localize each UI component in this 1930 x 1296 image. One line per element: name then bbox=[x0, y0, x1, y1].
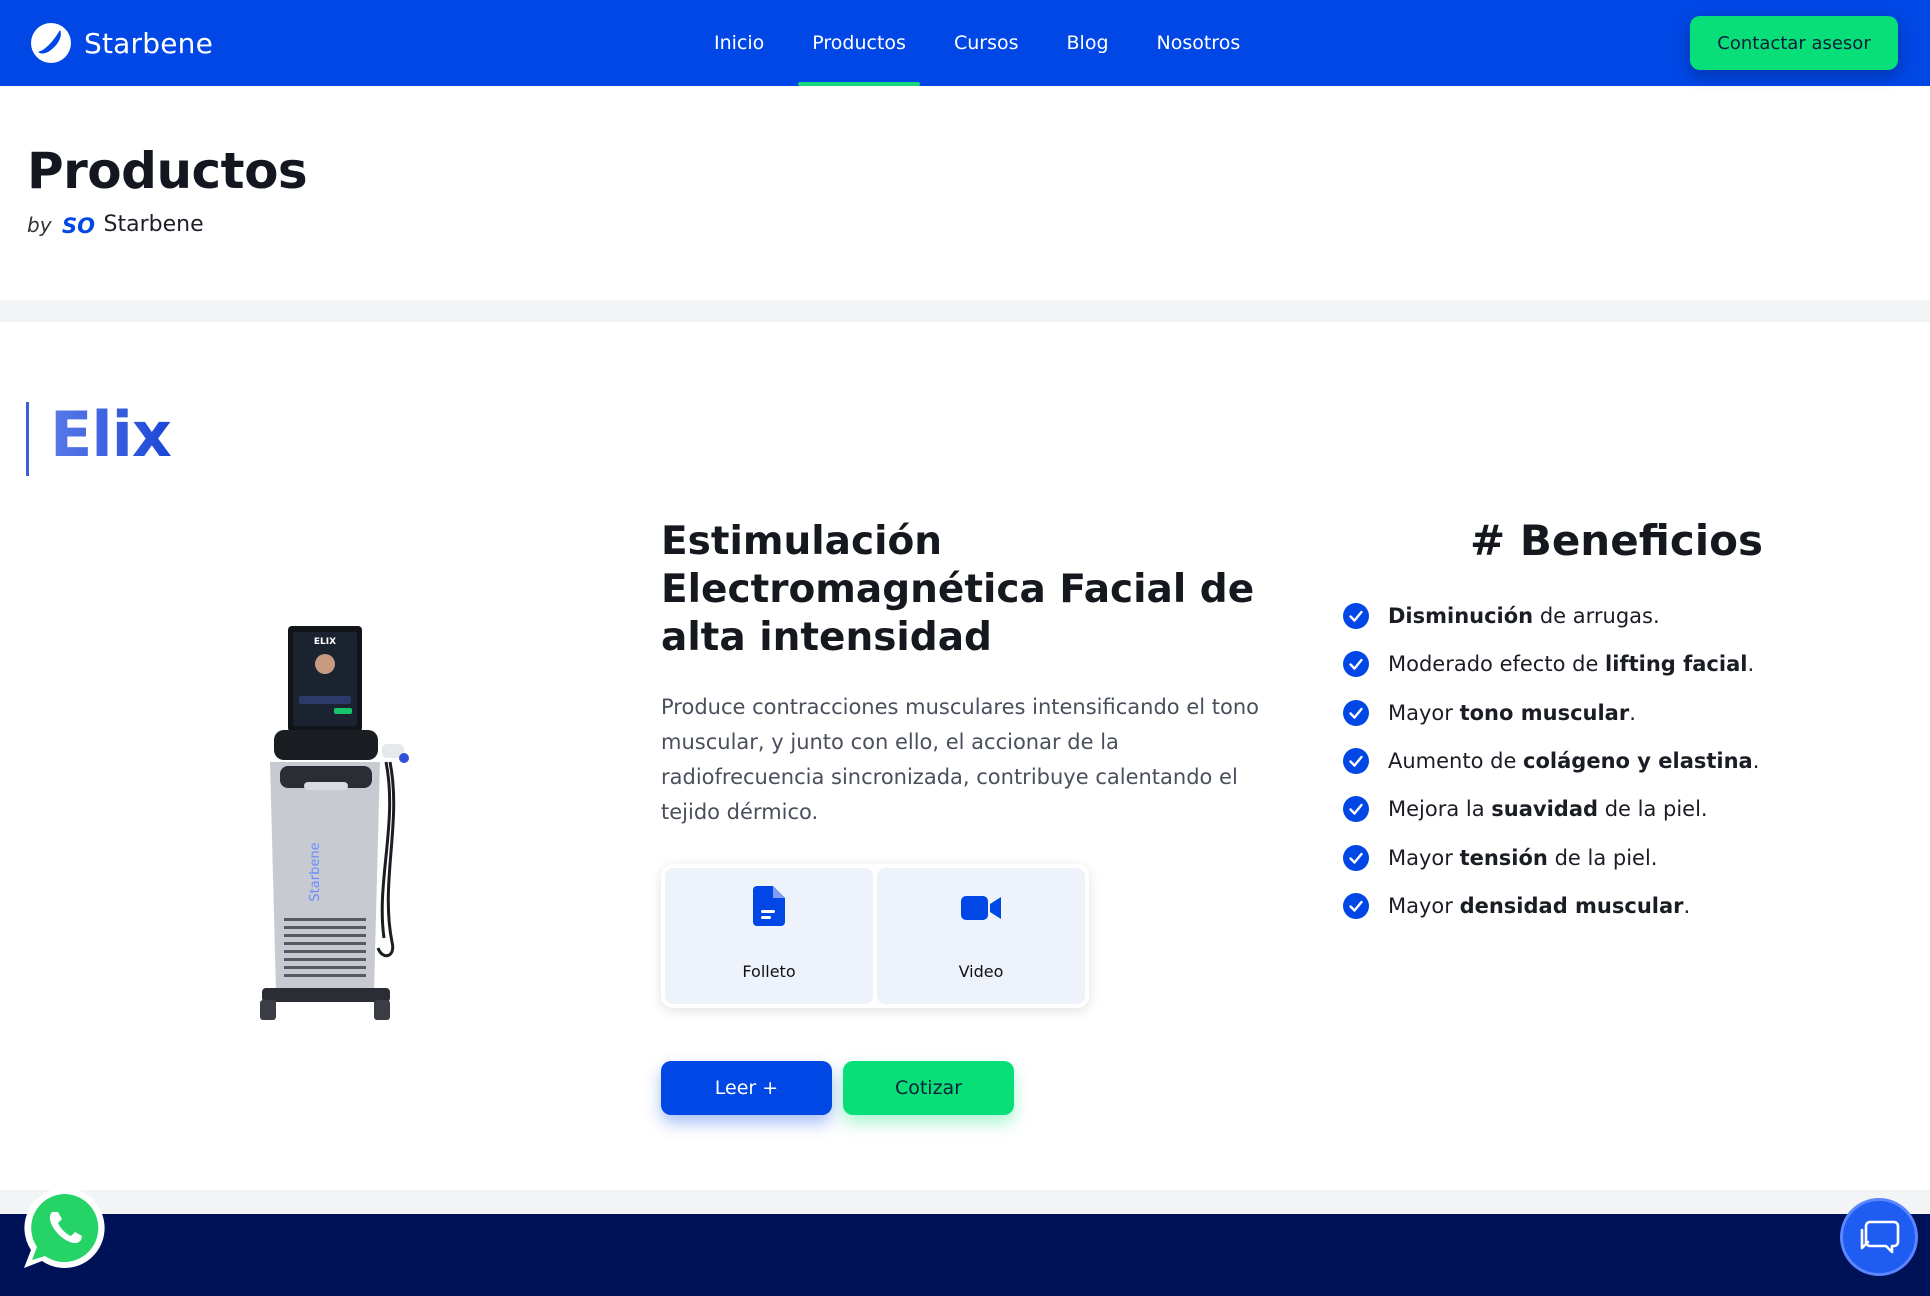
benefit-highlight: lifting facial bbox=[1605, 652, 1748, 677]
product-description: Produce contracciones musculares intensi… bbox=[661, 695, 1259, 824]
benefit-highlight: suavidad bbox=[1491, 797, 1599, 822]
benefit-item: Mayor tono muscular. bbox=[1342, 689, 1759, 737]
benefit-text: . bbox=[1683, 893, 1691, 918]
quote-button[interactable]: Cotizar bbox=[843, 1061, 1014, 1115]
benefit-highlight: Disminución bbox=[1388, 604, 1534, 629]
svg-text:Starbene: Starbene bbox=[308, 842, 323, 901]
benefit-item: Mejora la suavidad de la piel. bbox=[1342, 785, 1759, 833]
check-circle-icon bbox=[1343, 699, 1369, 726]
benefits-title: # Beneficios bbox=[1470, 516, 1763, 565]
check-circle-icon bbox=[1343, 748, 1369, 775]
benefit-item: Moderado efecto de lifting facial. bbox=[1342, 640, 1759, 688]
product-headline: Estimulación Electromagnética Facial de … bbox=[661, 519, 1255, 660]
benefit-highlight: densidad muscular bbox=[1459, 893, 1684, 918]
benefit-highlight: tensión bbox=[1459, 845, 1548, 870]
swoosh-logo-icon bbox=[31, 23, 71, 63]
benefit-highlight: tono muscular bbox=[1459, 700, 1630, 725]
main-nav: Inicio Productos Cursos Blog Nosotros bbox=[690, 0, 1264, 86]
brochure-label: Folleto bbox=[742, 962, 796, 981]
nav-item-cursos[interactable]: Cursos bbox=[930, 0, 1043, 86]
benefit-text: Moderado efecto de bbox=[1388, 652, 1606, 677]
nav-item-nosotros[interactable]: Nosotros bbox=[1133, 0, 1265, 86]
contact-advisor-button[interactable]: Contactar asesor bbox=[1690, 16, 1898, 70]
document-icon bbox=[753, 886, 785, 926]
nav-item-blog[interactable]: Blog bbox=[1043, 0, 1133, 86]
product-name: Elix bbox=[50, 398, 172, 471]
benefit-highlight: colágeno y elastina bbox=[1523, 749, 1753, 774]
benefit-text: Aumento de bbox=[1388, 749, 1524, 774]
benefit-text: de la piel. bbox=[1598, 797, 1708, 822]
benefit-item: Disminución de arrugas. bbox=[1342, 592, 1759, 640]
resource-cards: Folleto Video bbox=[661, 864, 1089, 1008]
svg-text:SO: SO bbox=[62, 214, 95, 236]
benefit-text: . bbox=[1752, 749, 1760, 774]
whatsapp-icon[interactable] bbox=[20, 1184, 108, 1272]
benefit-text: de la piel. bbox=[1547, 845, 1658, 870]
read-more-button[interactable]: Leer + bbox=[661, 1061, 832, 1115]
video-label: Video bbox=[958, 962, 1004, 981]
video-card[interactable]: Video bbox=[877, 868, 1085, 1004]
nav-item-productos[interactable]: Productos bbox=[788, 0, 930, 86]
product-device-image: ELIX Starbene bbox=[260, 626, 409, 1020]
section-divider bbox=[0, 300, 1930, 322]
check-circle-icon bbox=[1343, 603, 1369, 630]
so-logo-icon: SO bbox=[62, 214, 95, 236]
footer bbox=[0, 1214, 1930, 1296]
svg-text:ELIX: ELIX bbox=[314, 637, 336, 647]
benefit-text: Mayor bbox=[1388, 845, 1460, 870]
section-divider bbox=[0, 1190, 1930, 1214]
check-circle-icon bbox=[1343, 651, 1369, 678]
benefit-item: Aumento de colágeno y elastina. bbox=[1342, 737, 1759, 785]
check-circle-icon bbox=[1343, 796, 1369, 823]
nav-item-inicio[interactable]: Inicio bbox=[690, 0, 788, 86]
check-circle-icon bbox=[1343, 892, 1369, 919]
brochure-card[interactable]: Folleto bbox=[665, 868, 873, 1004]
check-circle-icon bbox=[1343, 844, 1369, 871]
benefits-list: Disminución de arrugas. Moderado efecto … bbox=[1342, 592, 1759, 930]
by-word: by bbox=[27, 212, 52, 237]
chat-launcher-button[interactable] bbox=[1840, 1198, 1918, 1276]
byline: by SO Starbene bbox=[27, 212, 204, 237]
benefit-text: Mejora la bbox=[1388, 797, 1492, 822]
benefit-text: . bbox=[1747, 652, 1755, 677]
chat-bubbles-icon bbox=[1860, 1220, 1900, 1254]
benefit-text: de arrugas. bbox=[1533, 604, 1660, 629]
benefit-text: . bbox=[1629, 700, 1636, 725]
benefit-text: Mayor bbox=[1388, 700, 1460, 725]
video-camera-icon bbox=[961, 896, 1001, 920]
benefit-text: Mayor bbox=[1388, 893, 1460, 918]
brand-name: Starbene bbox=[84, 26, 213, 60]
top-navbar: Starbene Inicio Productos Cursos Blog No… bbox=[0, 0, 1930, 86]
benefit-item: Mayor tensión de la piel. bbox=[1342, 833, 1759, 881]
brand-logo-link[interactable]: Starbene bbox=[30, 20, 213, 66]
page-title: Productos bbox=[27, 142, 308, 200]
by-brand: Starbene bbox=[103, 212, 204, 237]
title-accent-bar bbox=[26, 402, 29, 476]
benefit-item: Mayor densidad muscular. bbox=[1342, 882, 1759, 930]
